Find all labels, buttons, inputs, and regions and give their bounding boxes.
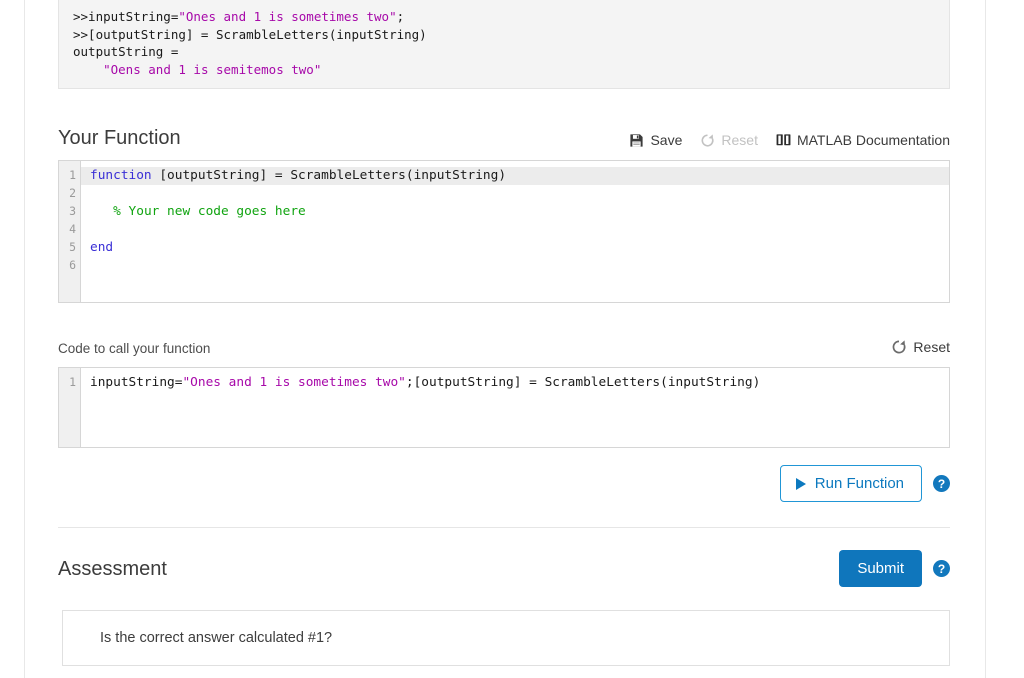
main-content: >>inputString="Ones and 1 is sometimes t… <box>58 0 950 667</box>
assessment-header: Assessment Submit ? <box>58 550 950 588</box>
run-function-label: Run Function <box>814 475 904 493</box>
reset-call-code-button[interactable]: Reset <box>891 339 950 355</box>
run-function-help-icon[interactable]: ? <box>933 475 950 493</box>
line-number: 1 <box>69 375 76 390</box>
function-editor-gutter: 1 2 3 4 5 6 <box>59 161 81 303</box>
function-editor-code-area[interactable]: function [outputString] = ScrambleLetter… <box>81 161 949 302</box>
reset-function-button[interactable]: Reset <box>700 132 758 148</box>
line-number: 4 <box>69 222 76 237</box>
play-icon <box>795 477 806 490</box>
page-left-rule <box>24 0 25 678</box>
run-function-row: Run Function ? <box>58 465 950 503</box>
run-function-button[interactable]: Run Function <box>779 465 922 503</box>
your-function-header: Your Function Save Reset MATLAB Document… <box>58 125 950 151</box>
reset-function-label: Reset <box>721 132 758 149</box>
call-code-editor[interactable]: 1 inputString="Ones and 1 is sometimes t… <box>58 367 950 449</box>
line-number: 2 <box>69 186 76 201</box>
call-editor-code-area[interactable]: inputString="Ones and 1 is sometimes two… <box>81 368 949 447</box>
floppy-disk-icon <box>629 133 644 148</box>
command-output-text: >>inputString="Ones and 1 is sometimes t… <box>73 9 427 77</box>
line-number: 5 <box>69 240 76 254</box>
page-right-rule <box>985 0 986 678</box>
reset-call-code-label: Reset <box>913 339 950 356</box>
code-line[interactable]: end <box>81 239 949 257</box>
call-editor-gutter: 1 <box>59 368 81 448</box>
save-button[interactable]: Save <box>629 132 682 148</box>
matlab-documentation-label: MATLAB Documentation <box>796 132 950 149</box>
line-number: 6 <box>69 257 76 272</box>
code-line[interactable] <box>81 221 949 239</box>
refresh-icon <box>891 339 907 355</box>
assessment-actions: Submit ? <box>839 550 950 588</box>
book-icon <box>776 133 791 147</box>
code-line[interactable] <box>81 257 949 275</box>
submit-button[interactable]: Submit <box>839 550 922 588</box>
line-number: 1 <box>69 168 76 183</box>
matlab-documentation-link[interactable]: MATLAB Documentation <box>776 132 950 148</box>
code-line[interactable] <box>81 185 949 203</box>
code-to-call-toolbar: Reset <box>891 339 950 358</box>
code-line[interactable]: % Your new code goes here <box>81 203 949 221</box>
code-line[interactable]: inputString="Ones and 1 is sometimes two… <box>81 374 949 392</box>
line-number: 3 <box>69 204 76 219</box>
function-code-editor[interactable]: 1 2 3 4 5 6 function [outputString] = Scrambl… <box>58 160 950 304</box>
assessment-help-icon[interactable]: ? <box>933 560 950 578</box>
save-label: Save <box>650 132 683 149</box>
refresh-icon <box>700 133 715 148</box>
page-root: >>inputString="Ones and 1 is sometimes t… <box>0 0 1024 678</box>
your-function-title: Your Function <box>58 127 181 150</box>
code-line[interactable]: function [outputString] = ScrambleLetter… <box>81 167 949 186</box>
command-output-panel: >>inputString="Ones and 1 is sometimes t… <box>58 0 950 90</box>
assessment-question-row: Is the correct answer calculated #1? <box>62 610 950 667</box>
assessment-title: Assessment <box>58 557 167 580</box>
section-divider <box>58 527 950 529</box>
assessment-question-text: Is the correct answer calculated #1? <box>100 630 333 647</box>
code-to-call-label: Code to call your function <box>58 341 211 357</box>
code-to-call-header: Code to call your function Reset <box>58 339 950 358</box>
your-function-toolbar: Save Reset MATLAB Documentation <box>629 132 950 151</box>
